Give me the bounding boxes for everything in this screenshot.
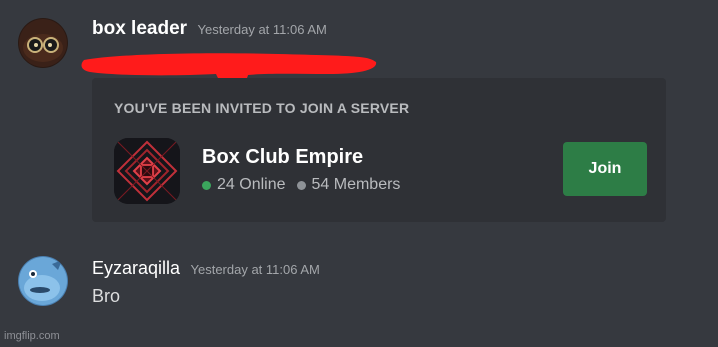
server-name[interactable]: Box Club Empire [202,146,363,169]
server-stats: 24 Online 54 Members [202,176,400,194]
message-content: Bro [92,286,121,306]
timestamp: Yesterday at 11:06 AM [190,262,320,277]
join-button[interactable]: Join [563,142,647,196]
chat-messages: box leader Yesterday at 11:06 AM YOU'VE … [0,0,718,347]
online-dot-icon [202,180,211,190]
cartoon-face-avatar-icon [18,18,68,68]
members-dot-icon [296,180,306,190]
message-box-leader: box leader Yesterday at 11:06 AM YOU'VE … [0,12,718,232]
message-header: Eyzaraqilla Yesterday at 11:06 AM [92,258,320,279]
fish-avatar-icon [18,256,68,306]
message-header: box leader Yesterday at 11:06 AM [92,18,327,40]
timestamp: Yesterday at 11:06 AM [197,22,327,37]
online-count: 24 Online [217,176,286,193]
username[interactable]: Eyzaraqilla [92,258,180,278]
username[interactable]: box leader [92,18,187,39]
avatar[interactable] [18,256,68,306]
server-emblem-icon[interactable] [114,138,180,204]
avatar[interactable] [18,18,68,68]
server-invite-embed: YOU'VE BEEN INVITED TO JOIN A SERVER Box… [92,78,666,222]
watermark: imgflip.com [4,330,60,342]
invite-heading: YOU'VE BEEN INVITED TO JOIN A SERVER [114,100,410,116]
member-count: 54 Members [311,176,401,193]
message-eyzaraqilla: Eyzaraqilla Yesterday at 11:06 AM Bro [0,252,718,322]
